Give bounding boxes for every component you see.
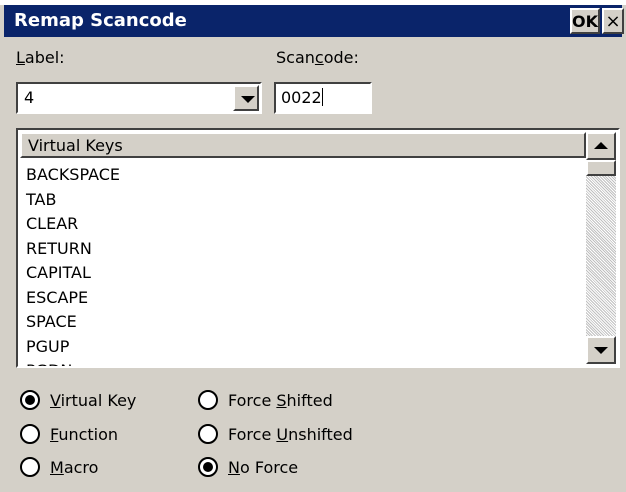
radio-macro[interactable]: Macro	[20, 454, 98, 480]
radio-force-unshifted[interactable]: Force Unshifted	[198, 421, 353, 447]
radio-selected-dot	[25, 395, 35, 405]
scancode-input[interactable]: 0022	[274, 82, 372, 114]
list-item[interactable]: PGDN	[26, 359, 586, 366]
arrow-down-icon	[594, 347, 608, 354]
chevron-down-icon	[241, 96, 255, 103]
list-items: BACKSPACE TAB CLEAR RETURN CAPITAL ESCAP…	[26, 163, 586, 366]
arrow-up-icon	[594, 142, 608, 149]
list-item[interactable]: CAPITAL	[26, 261, 586, 286]
list-item[interactable]: CLEAR	[26, 212, 586, 237]
vertical-scrollbar[interactable]	[586, 132, 616, 364]
list-header-virtual-keys[interactable]: Virtual Keys	[20, 132, 586, 158]
radio-virtual-key[interactable]: Virtual Key	[20, 387, 136, 413]
radio-indicator	[198, 424, 218, 444]
title-bar: Remap Scancode OK ×	[4, 5, 624, 37]
list-item[interactable]: PGUP	[26, 335, 586, 360]
radio-no-force[interactable]: No Force	[198, 454, 298, 480]
radio-function[interactable]: Function	[20, 421, 118, 447]
radio-indicator	[20, 457, 40, 477]
scrollbar-thumb[interactable]	[586, 160, 616, 176]
radio-force-shifted[interactable]: Force Shifted	[198, 387, 333, 413]
window-title: Remap Scancode	[14, 10, 187, 31]
radio-indicator	[198, 457, 218, 477]
list-item[interactable]: SPACE	[26, 310, 586, 335]
list-item[interactable]: RETURN	[26, 237, 586, 262]
list-item[interactable]: TAB	[26, 188, 586, 213]
text-caret	[321, 88, 323, 106]
radio-indicator	[20, 424, 40, 444]
virtual-keys-list[interactable]: Virtual Keys BACKSPACE TAB CLEAR RETURN …	[16, 128, 620, 368]
dropdown-button[interactable]	[233, 85, 259, 111]
scroll-down-button[interactable]	[586, 336, 616, 364]
label-dropdown-value: 4	[24, 88, 35, 107]
label-caption: Label:	[16, 48, 65, 67]
scancode-value: 0022	[281, 88, 322, 107]
scroll-up-button[interactable]	[586, 132, 616, 160]
radio-indicator	[20, 390, 40, 410]
remap-scancode-dialog: Remap Scancode OK × Label: 4 Scancode: 0…	[0, 0, 626, 492]
close-button[interactable]: ×	[602, 8, 624, 34]
list-item[interactable]: BACKSPACE	[26, 163, 586, 188]
radio-indicator	[198, 390, 218, 410]
ok-button[interactable]: OK	[570, 8, 600, 34]
label-dropdown[interactable]: 4	[16, 82, 262, 114]
scancode-caption: Scancode:	[276, 48, 359, 67]
radio-selected-dot	[203, 462, 213, 472]
list-item[interactable]: ESCAPE	[26, 286, 586, 311]
